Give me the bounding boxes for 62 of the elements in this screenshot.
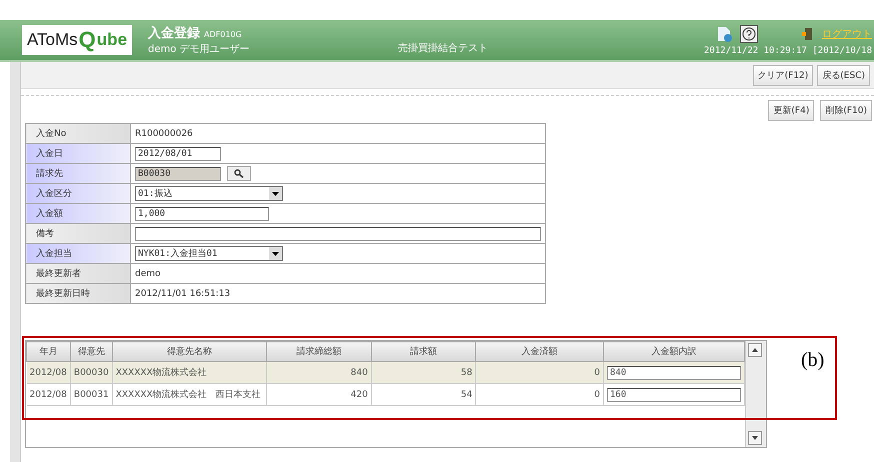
environment-name: 売掛買掛結合テスト <box>398 42 489 55</box>
column-header: 請求締総額 <box>266 342 372 362</box>
toolbar-button[interactable]: クリア(F12) <box>752 64 814 86</box>
grid-row[interactable]: 2012/08 B00030 XXXXXX物流株式会社 840 58 0 840 <box>26 362 745 384</box>
field-label: 最終更新日時 <box>26 284 130 304</box>
search-button[interactable] <box>227 166 251 181</box>
field-value: demo <box>135 268 161 278</box>
scroll-up-icon[interactable] <box>748 343 762 357</box>
table-cell: B00030 <box>70 362 112 384</box>
table-cell: 0 <box>476 362 604 384</box>
field-value: 2012/11/01 16:51:13 <box>135 288 230 298</box>
column-header: 得意先 <box>70 342 112 362</box>
column-header: 入金済額 <box>476 342 604 362</box>
table-cell: 2012/08 <box>26 362 70 384</box>
scrollbar[interactable] <box>745 341 766 447</box>
table-cell: 420 <box>266 384 372 406</box>
help-icon[interactable] <box>740 24 758 42</box>
field-label: 請求先 <box>26 164 130 184</box>
field-label: 最終更新者 <box>26 264 130 284</box>
input-field[interactable]: 160 <box>607 388 741 402</box>
table-cell: 58 <box>371 362 476 384</box>
input-field[interactable]: 1,000 <box>135 206 269 220</box>
screen-id: ADF010G <box>204 30 242 39</box>
column-header: 入金額内訳 <box>604 342 745 362</box>
input-field[interactable]: 840 <box>607 366 741 380</box>
field-label: 入金区分 <box>26 184 130 204</box>
field-label: 入金日 <box>26 144 130 164</box>
input-field[interactable]: 2012/08/01 <box>135 146 221 160</box>
app-logo: AToMsQube <box>22 25 132 55</box>
dropdown[interactable]: NYK01:入金担当01 <box>135 246 283 261</box>
document-icon[interactable] <box>716 26 732 42</box>
column-header: 請求額 <box>371 342 476 362</box>
search-icon <box>234 169 244 178</box>
action-button[interactable]: 更新(F4) <box>768 100 814 121</box>
scroll-down-icon[interactable] <box>748 431 762 445</box>
action-button[interactable]: 削除(F10) <box>820 100 872 121</box>
table-cell: 54 <box>371 384 476 406</box>
caret-icon <box>269 247 282 260</box>
field-label: 入金担当 <box>26 244 130 264</box>
table-cell: 0 <box>476 384 604 406</box>
table-cell: XXXXXX物流株式会社 西日本支社 <box>112 384 266 406</box>
grid-row[interactable]: 2012/08 B00031 XXXXXX物流株式会社 西日本支社 420 54 0 160 <box>26 384 745 406</box>
annotation-label: (b) <box>801 349 824 372</box>
column-header: 年月 <box>26 342 70 362</box>
input-field[interactable] <box>135 226 541 240</box>
user-name: demo デモ用ユーザー <box>148 43 251 56</box>
table-cell: B00031 <box>70 384 112 406</box>
dropdown[interactable]: 01:振込 <box>135 186 283 201</box>
screen-title: 入金登録 ADF010G <box>148 24 243 42</box>
column-header: 得意先名称 <box>112 342 266 362</box>
table-cell: 840 <box>266 362 372 384</box>
toolbar-button[interactable]: 戻る(ESC) <box>817 64 870 86</box>
date-time: 2012/11/22 10:29:17 [2012/10/18 <box>704 46 872 56</box>
table-cell: XXXXXX物流株式会社 <box>112 362 266 384</box>
field-label: 入金額 <box>26 204 130 224</box>
table-cell: 2012/08 <box>26 384 70 406</box>
door-icon[interactable] <box>802 26 814 40</box>
field-label: 入金No <box>26 124 130 144</box>
field-label: 備考 <box>26 224 130 244</box>
input-field[interactable]: B00030 <box>135 166 221 180</box>
field-value: R100000026 <box>135 128 193 138</box>
caret-icon <box>269 187 282 200</box>
